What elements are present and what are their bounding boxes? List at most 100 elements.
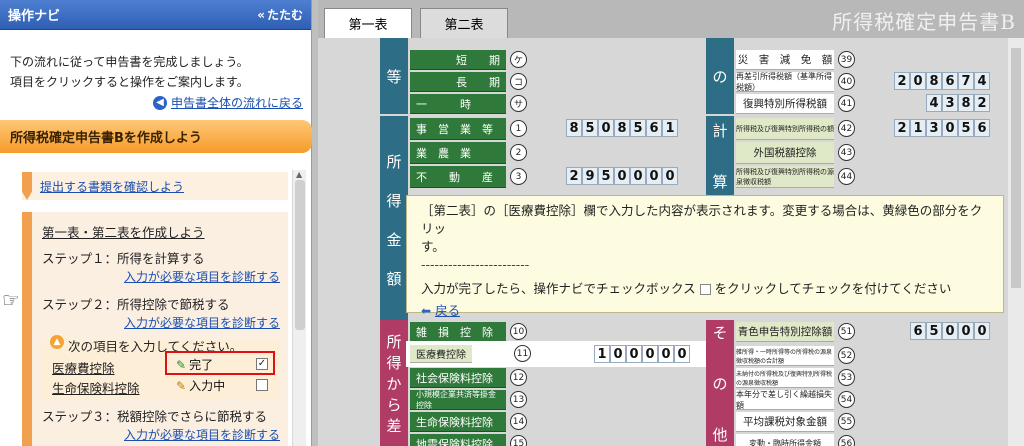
popup-line2: す。 [421,239,445,254]
step2-diagnose-link[interactable]: 入力が必要な項目を診断する [124,314,280,331]
circle-3: 3 [510,168,527,185]
rrow-foreign: 外国税額控除 [736,142,834,164]
medical-label: 医療費控除 [410,345,472,363]
circle-39: 39 [838,51,855,68]
circle-10: 10 [510,323,527,340]
status-done: ✎ 完了 [176,356,213,373]
rrow-disaster: 災 害 減 免 額 [736,50,834,70]
back-arrow-icon: ⬅ [421,304,432,318]
row-small-biz: 小規模企業共済等掛金控除 [410,390,506,410]
row-long: 長 期 [410,72,506,92]
back-arrow-icon: ◀ [152,95,167,110]
value-realestate[interactable]: 2950000 [566,167,678,185]
double-chevron-left-icon: « [257,7,265,22]
done-checkbox[interactable]: ✓ [256,358,268,370]
status-progress-label: 入力中 [189,379,226,393]
scroll-thumb[interactable] [295,180,305,330]
circle-11: 11 [514,345,531,362]
tab-first[interactable]: 第一表 [324,8,412,38]
step2-label: ステップ２：所得控除で節税する [42,297,230,312]
circle-ke: ケ [510,51,527,68]
intro-line-1: 下の流れに従って申告書を完成しましょう。 [10,55,249,69]
circle-12: 12 [510,369,527,386]
navi-intro: 下の流れに従って申告書を完成しましょう。 項目をクリックすると操作をご案内します… [0,30,311,92]
value-business[interactable]: 8508561 [566,119,678,137]
circle-13: 13 [510,391,527,408]
progress-checkbox[interactable] [256,379,268,391]
step-bar [22,212,32,446]
medical-row-highlight[interactable]: 医療費控除 11 100000 [406,341,706,367]
circle-53: 53 [838,369,855,386]
circle-55: 55 [838,413,855,430]
intro-line-2: 項目をクリックすると操作をご案内します。 [10,75,249,89]
form-scrollbar[interactable] [1008,38,1024,446]
navi-panel: 操作ナビ « たたむ 下の流れに従って申告書を完成しましょう。 項目をクリックす… [0,0,312,446]
row-business: 事 営 業 等 [410,118,506,140]
rvcol-3: その他 [706,320,734,446]
popup-back[interactable]: ⬅ 戻る [421,302,989,320]
row-social: 社会保険料控除 [410,368,506,388]
pencil-check-icon: ✎ [176,357,187,372]
step3-diagnose-link[interactable]: 入力が必要な項目を診断する [124,426,280,443]
value-total-tax[interactable]: 213056 [894,119,990,137]
row-short: 短 期 [410,50,506,70]
back-to-flow[interactable]: ◀ 申告書全体の流れに戻る [0,92,311,111]
form-scroll-thumb[interactable] [1011,48,1021,288]
status-in-progress: ✎ 入力中 [176,377,225,394]
tab-bar: 第一表 第二表 所得税確定申告書B [318,0,1024,38]
navi-title: 操作ナビ [8,9,61,24]
circle-40: 40 [838,73,855,90]
popup-divider: ------------------------ [421,257,530,272]
value-recon[interactable]: 4382 [926,94,990,112]
step1-diagnose-link[interactable]: 入力が必要な項目を診断する [124,268,280,285]
navi-steps: 提出する書類を確認しよう 第一表・第二表を作成しよう ステップ１：所得を計算する… [0,160,290,446]
circle-sa: サ [510,95,527,112]
pencil-icon: ✎ [176,378,187,393]
rrow-carry: 本年分で差し引く繰越損失額 [736,389,834,410]
pointing-hand-icon: ☞ [2,288,20,312]
item-life-insurance-link[interactable]: 生命保険料控除 [52,378,140,397]
popup-back-link[interactable]: 戻る [435,302,460,320]
rrow-blue: 青色申告特別控除額 [736,322,834,342]
value-medical[interactable]: 100000 [594,345,690,363]
circle-54: 54 [838,391,855,408]
row-casualty: 雑 損 控 除 [410,322,506,342]
navi-scrollbar[interactable]: ▲ [292,170,306,446]
circle-41: 41 [838,95,855,112]
back-to-flow-link[interactable]: 申告書全体の流れに戻る [171,94,303,111]
circle-44: 44 [838,168,855,185]
circle-52: 52 [838,347,855,364]
doc-title: 所得税確定申告書B [832,10,1016,34]
rrow-avg: 平均課税対象金額 [736,412,834,432]
circle-1: 1 [510,120,527,137]
circle-42: 42 [838,120,855,137]
rrow-variable: 変動・臨時所得金額 [736,434,834,446]
circle-56: 56 [838,435,855,446]
popup-line3: 入力が完了したら、操作ナビでチェックボックス をクリックしてチェックを付けてくだ… [421,281,952,296]
info-popup: ［第二表］の［医療費控除］欄で入力した内容が表示されます。変更する場合は、黄緑色… [406,195,1004,318]
circle-43: 43 [838,144,855,161]
tab-second[interactable]: 第二表 [420,8,508,38]
circle-15: 15 [510,435,527,446]
create-tables-link[interactable]: 第一表・第二表を作成しよう [42,222,205,241]
step1-label: ステップ１：所得を計算する [42,251,205,266]
vcol-income: 所得金額 [380,116,408,324]
value-blue[interactable]: 65000 [910,322,990,340]
rrow-recon: 復興特別所得税額 [736,94,834,114]
section-title: 所得税確定申告書Bを作成しよう [0,120,312,153]
circle-ko: コ [510,73,527,90]
collapse-label: たたむ [266,8,303,22]
rrow-unpaid: 未納付の所得税及び復興特別所得税の源泉徴収税額 [736,368,834,388]
rvcol-1: の [706,38,734,114]
item-medical-link[interactable]: 医療費控除 [52,358,115,377]
check-docs-link[interactable]: 提出する書類を確認しよう [40,178,184,195]
rvcol-2: 計算 [706,116,734,196]
value-base-tax[interactable]: 208674 [894,72,990,90]
step3-label: ステップ３：税額控除でさらに節税する [42,409,268,424]
rrow-base-tax: 再差引所得税額（基準所得税額） [736,71,834,92]
row-temp: 一 時 [410,94,506,114]
navi-header: 操作ナビ « たたむ [0,0,311,30]
collapse-button[interactable]: « たたむ [257,6,303,23]
scroll-up-icon[interactable]: ▲ [296,170,302,179]
row-realestate: 不 動 産 [410,166,506,188]
